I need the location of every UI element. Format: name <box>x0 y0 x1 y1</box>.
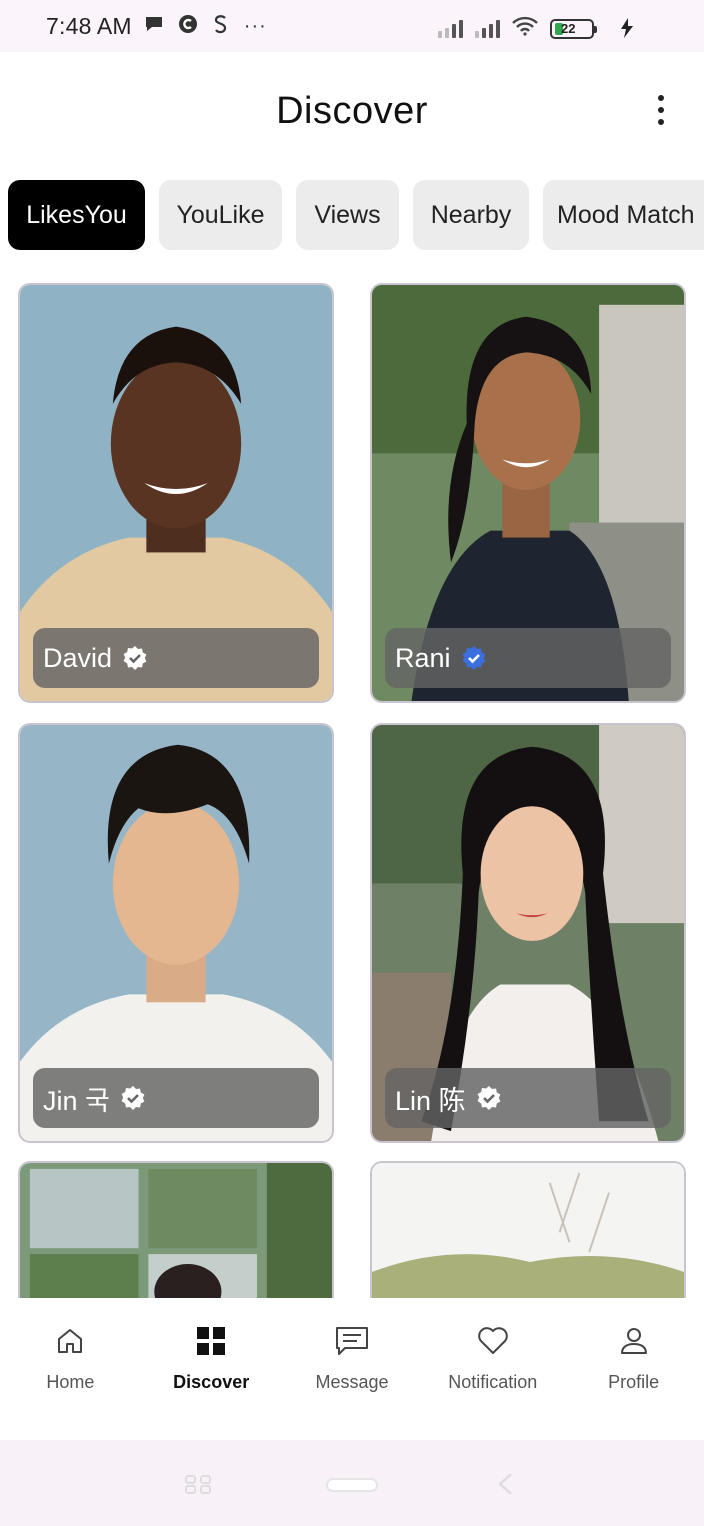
profile-photo <box>20 1163 332 1298</box>
nav-discover[interactable]: Discover <box>141 1298 282 1440</box>
nav-label: Discover <box>173 1372 250 1392</box>
heart-icon <box>476 1324 510 1358</box>
profile-card-partial[interactable] <box>370 1161 686 1298</box>
nav-profile[interactable]: Profile <box>563 1298 704 1440</box>
verified-badge-icon <box>122 645 148 671</box>
app-c-icon <box>178 14 198 39</box>
home-pill-icon[interactable] <box>326 1478 378 1497</box>
signal-icon <box>475 19 500 38</box>
filter-tabs: LikesYou YouLike Views Nearby Mood Match <box>8 180 704 252</box>
page-title: Discover <box>276 89 428 132</box>
profile-name: Jin 국 <box>43 1085 110 1116</box>
recents-icon[interactable] <box>184 1474 212 1499</box>
nav-notification[interactable]: Notification <box>422 1298 563 1440</box>
more-vertical-icon[interactable] <box>654 92 668 128</box>
nav-home[interactable]: Home <box>0 1298 141 1440</box>
battery-level: 22 <box>561 20 576 36</box>
system-nav-bar <box>0 1440 704 1526</box>
profile-card-david[interactable]: David <box>18 283 334 703</box>
tab-likes-you[interactable]: LikesYou <box>8 180 145 250</box>
profile-name: David <box>43 642 113 673</box>
tab-you-like[interactable]: YouLike <box>159 180 282 250</box>
tab-nearby[interactable]: Nearby <box>413 180 529 250</box>
verified-badge-icon <box>461 645 487 671</box>
charging-icon <box>620 18 634 43</box>
home-icon <box>53 1324 87 1358</box>
tab-mood-match[interactable]: Mood Match <box>543 180 704 250</box>
status-bar: 7:48 AM ··· 22 <box>0 0 704 52</box>
profile-card-partial[interactable] <box>18 1161 334 1298</box>
name-plate: Lin 陈 <box>385 1068 671 1128</box>
battery-icon: 22 <box>550 18 597 39</box>
profile-name: Rani <box>395 642 451 673</box>
status-system-icons: 22 <box>438 16 597 41</box>
name-plate: Jin 국 <box>33 1068 319 1128</box>
profile-name: Lin 陈 <box>395 1085 466 1116</box>
chat-bubble-icon <box>144 15 164 38</box>
back-icon[interactable] <box>496 1472 514 1501</box>
nav-label: Profile <box>608 1372 660 1392</box>
grid-icon <box>194 1324 228 1358</box>
signal-icon <box>438 19 463 38</box>
wifi-icon <box>512 16 538 41</box>
nav-label: Message <box>315 1372 389 1392</box>
app-header: Discover <box>0 52 704 170</box>
verified-badge-icon <box>476 1085 502 1111</box>
app-s-icon <box>212 14 230 39</box>
status-time: 7:48 AM <box>46 12 132 39</box>
tab-views[interactable]: Views <box>296 180 399 250</box>
status-notification-icons: ··· <box>144 14 267 39</box>
message-icon <box>335 1324 369 1358</box>
person-icon <box>617 1324 651 1358</box>
profile-grid: David Rani Jin 국 Lin 陈 <box>0 283 704 1298</box>
profile-card-lin[interactable]: Lin 陈 <box>370 723 686 1143</box>
name-plate: Rani <box>385 628 671 688</box>
nav-label: Home <box>46 1372 95 1392</box>
bottom-nav: Home Discover Message Notification Profi… <box>0 1298 704 1440</box>
nav-label: Notification <box>448 1372 538 1392</box>
nav-message[interactable]: Message <box>282 1298 423 1440</box>
profile-card-jin[interactable]: Jin 국 <box>18 723 334 1143</box>
profile-card-rani[interactable]: Rani <box>370 283 686 703</box>
more-notifications-icon: ··· <box>243 14 267 37</box>
name-plate: David <box>33 628 319 688</box>
profile-photo <box>372 1163 684 1298</box>
verified-badge-icon <box>120 1085 146 1111</box>
